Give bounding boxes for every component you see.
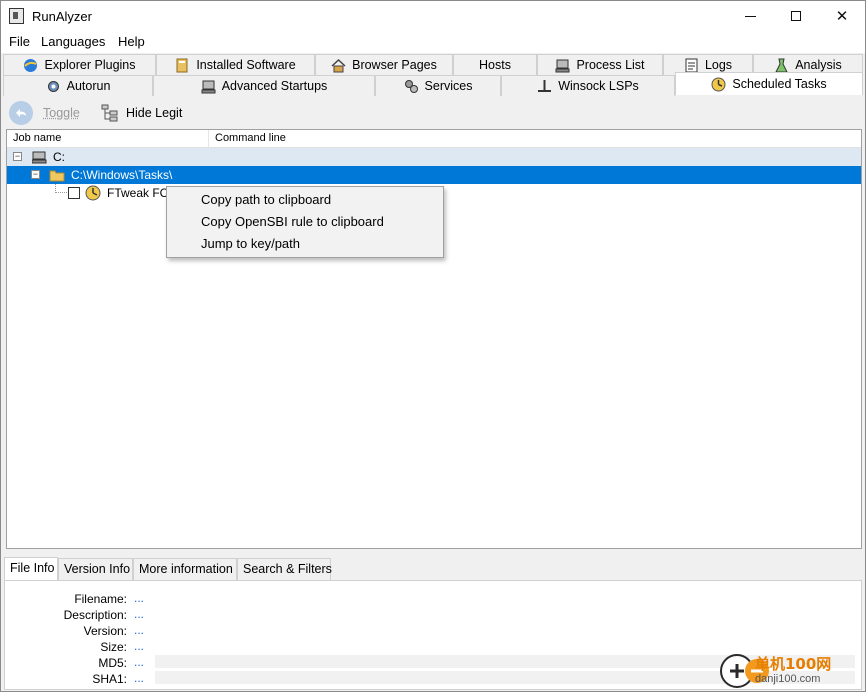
folder-label: C:\Windows\Tasks\ xyxy=(71,168,173,182)
tab-search-filters[interactable]: Search & Filters xyxy=(237,558,332,580)
close-icon: ✕ xyxy=(835,8,849,25)
column-command-line[interactable]: Command line xyxy=(209,130,861,148)
column-job-name[interactable]: Job name xyxy=(7,130,209,148)
menu-languages[interactable]: Languages xyxy=(41,34,105,49)
task-checkbox[interactable] xyxy=(68,187,80,199)
filename-label: Filename: xyxy=(74,592,127,606)
maximize-button[interactable] xyxy=(773,1,819,31)
collapse-icon[interactable]: − xyxy=(13,152,22,161)
close-button[interactable]: ✕ xyxy=(819,1,865,31)
watermark-text-url: danji100.com xyxy=(755,673,821,685)
undo-icon xyxy=(9,101,33,125)
tab-browser-pages[interactable]: Browser Pages xyxy=(315,54,453,75)
gears-icon xyxy=(404,79,419,94)
maximize-icon xyxy=(791,11,801,21)
info-tabs: File Info Version Info More information … xyxy=(4,557,862,581)
tab-scheduled-tasks[interactable]: Scheduled Tasks xyxy=(675,72,863,95)
house-icon xyxy=(331,58,346,73)
collapse-icon[interactable]: − xyxy=(31,170,40,179)
computer-icon xyxy=(555,58,570,73)
column-header: Job name Command line xyxy=(7,130,861,148)
tree-row-folder[interactable]: − C:\Windows\Tasks\ xyxy=(7,166,861,184)
tab-process-list[interactable]: Process List xyxy=(537,54,663,75)
toolbar: Toggle Hide Legit xyxy=(1,97,865,129)
app-icon xyxy=(9,8,24,24)
menu-file[interactable]: File xyxy=(9,34,30,49)
minimize-icon xyxy=(744,15,756,17)
ctx-copy-path[interactable]: Copy path to clipboard xyxy=(201,192,331,207)
tab-winsock-lsps[interactable]: Winsock LSPs xyxy=(501,75,675,96)
description-label: Description: xyxy=(63,608,127,622)
sha1-label: SHA1: xyxy=(92,672,127,686)
window-title: RunAlyzer xyxy=(32,9,92,24)
description-value[interactable]: ... xyxy=(134,607,144,621)
title-bar: RunAlyzer ✕ xyxy=(1,1,865,31)
tab-services[interactable]: Services xyxy=(375,75,501,96)
size-label: Size: xyxy=(100,640,127,654)
version-value[interactable]: ... xyxy=(134,623,144,637)
context-menu: Copy path to clipboard Copy OpenSBI rule… xyxy=(166,186,444,258)
tree-icon xyxy=(101,104,119,122)
tab-installed-software[interactable]: Installed Software xyxy=(156,54,315,75)
tab-version-info[interactable]: Version Info xyxy=(58,558,133,580)
md5-label: MD5: xyxy=(98,656,127,670)
sha1-value[interactable]: ... xyxy=(134,671,144,685)
app-window: RunAlyzer ✕ File Languages Help Explorer… xyxy=(0,0,866,692)
flask-icon xyxy=(774,58,789,73)
minimize-button[interactable] xyxy=(727,1,773,31)
md5-value[interactable]: ... xyxy=(134,655,144,669)
tab-autorun[interactable]: Autorun xyxy=(3,75,153,96)
hide-legit-button[interactable]: Hide Legit xyxy=(101,101,182,125)
folder-icon xyxy=(49,168,65,185)
tab-explorer-plugins[interactable]: Explorer Plugins xyxy=(3,54,156,75)
box-icon xyxy=(175,58,190,73)
ctx-jump-to-key[interactable]: Jump to key/path xyxy=(201,236,300,251)
root-label: C: xyxy=(53,150,65,164)
tab-advanced-startups[interactable]: Advanced Startups xyxy=(153,75,375,96)
version-label: Version: xyxy=(83,624,127,638)
tab-more-information[interactable]: More information xyxy=(133,558,237,580)
menu-bar: File Languages Help xyxy=(1,31,865,53)
drive-icon xyxy=(31,150,47,167)
toggle-button[interactable]: Toggle xyxy=(9,101,80,125)
menu-help[interactable]: Help xyxy=(118,34,145,49)
gear-icon xyxy=(46,79,61,94)
watermark: 单机100网 danji100.com xyxy=(717,651,866,691)
filename-value[interactable]: ... xyxy=(134,591,144,605)
watermark-text-cn: 单机100网 xyxy=(755,655,832,673)
tree-connector xyxy=(55,184,67,193)
main-tabs: Explorer Plugins Installed Software Brow… xyxy=(1,53,865,97)
globe-icon xyxy=(23,58,38,73)
tab-file-info[interactable]: File Info xyxy=(4,557,58,581)
clock-icon xyxy=(711,77,726,92)
size-value[interactable]: ... xyxy=(134,639,144,653)
network-icon xyxy=(537,79,552,94)
tab-hosts[interactable]: Hosts xyxy=(453,54,537,75)
computer-icon xyxy=(201,79,216,94)
tree-row-root[interactable]: − C: xyxy=(7,148,861,166)
document-icon xyxy=(684,58,699,73)
ctx-copy-opensbi-rule[interactable]: Copy OpenSBI rule to clipboard xyxy=(201,214,384,229)
scheduled-task-icon xyxy=(85,185,101,204)
